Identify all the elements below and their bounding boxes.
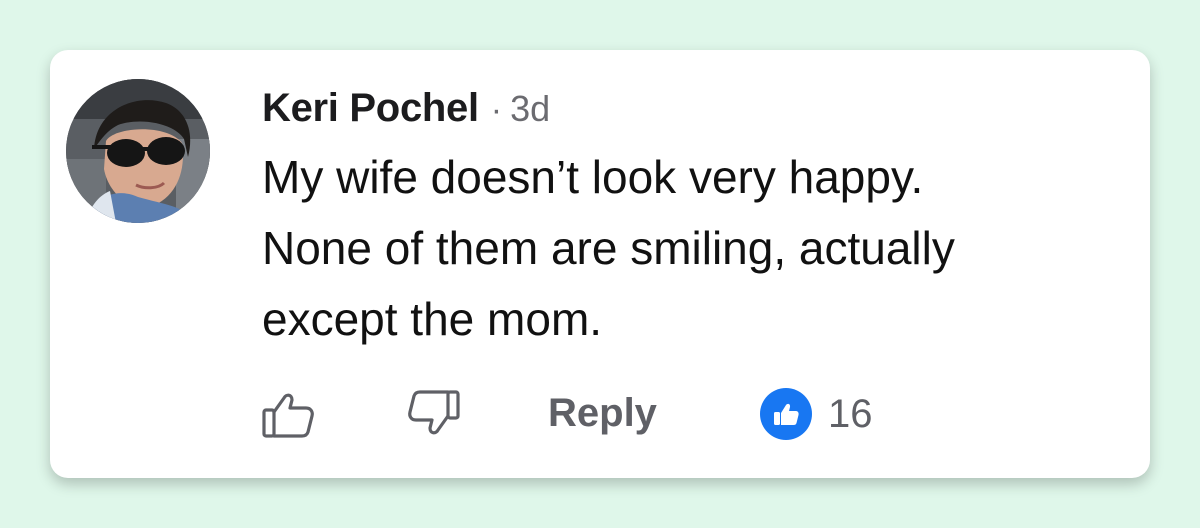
avatar[interactable]	[66, 79, 210, 223]
like-button[interactable]	[260, 386, 316, 442]
separator-dot: ·	[490, 91, 503, 129]
timestamp[interactable]: 3d	[510, 88, 550, 130]
thumbs-up-outline-icon	[262, 393, 314, 438]
author-name[interactable]: Keri Pochel	[262, 86, 479, 131]
comment-header: Keri Pochel · 3d	[262, 86, 550, 130]
comment-line: My wife doesn’t look very happy.	[262, 151, 924, 203]
comment-actions: Reply 16	[260, 380, 960, 440]
reaction-summary[interactable]: 16	[760, 388, 873, 440]
comment-line: except the mom.	[262, 293, 603, 345]
comment-line: None of them are smiling, actually	[262, 222, 955, 274]
thumbs-up-filled-icon	[760, 388, 812, 440]
reply-button[interactable]: Reply	[548, 391, 657, 436]
dislike-button[interactable]	[406, 386, 462, 442]
thumbs-down-outline-icon	[408, 390, 460, 435]
reaction-count: 16	[828, 391, 873, 436]
comment-text: My wife doesn’t look very happy. None of…	[262, 142, 1132, 355]
comment-card: Keri Pochel · 3d My wife doesn’t look ve…	[50, 50, 1150, 478]
